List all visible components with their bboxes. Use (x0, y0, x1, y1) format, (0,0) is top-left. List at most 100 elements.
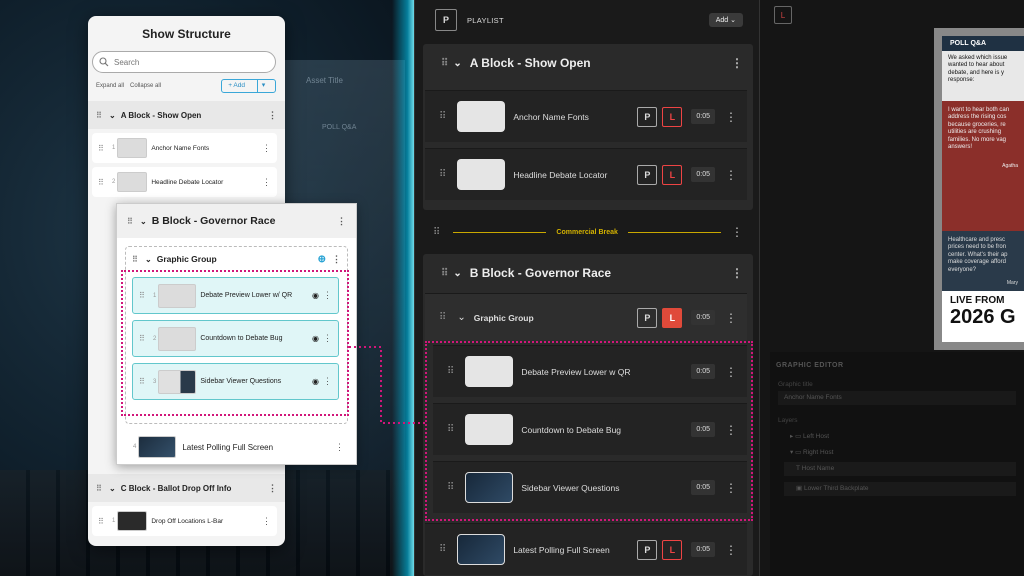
block-b-header[interactable]: ⠿ ⌄ B Block - Governor Race ⋮ (117, 204, 356, 238)
layer-name: Right Host (803, 449, 834, 456)
more-options-icon[interactable]: ⋮ (335, 442, 344, 453)
block-c-header[interactable]: ⠿ ⌄ C Block - Ballot Drop Off Info ⋮ (88, 474, 285, 502)
graphic-thumbnail (138, 436, 177, 458)
more-options-icon[interactable]: ⋮ (725, 311, 737, 325)
drag-handle-icon[interactable]: ⠿ (439, 312, 446, 323)
drag-handle-icon[interactable]: ⠿ (96, 484, 106, 493)
more-options-icon[interactable]: ⋮ (731, 56, 743, 70)
layer-item[interactable]: T Host Name (784, 462, 1016, 476)
drag-handle-icon[interactable]: ⠿ (98, 517, 108, 526)
live-from-banner: LIVE FROM 2026 G (942, 291, 1024, 342)
ghost-asset-title: Asset Title (306, 76, 343, 85)
playlist-row[interactable]: ⠿ Latest Polling Full Screen P L 0:05 ⋮ (425, 523, 747, 575)
item-number: 1 (112, 145, 116, 151)
layer-item[interactable]: ▸ ▭ Left Host (770, 424, 1024, 440)
layer-item[interactable]: ▣ Lower Third Backplate (784, 482, 1016, 496)
live-button[interactable]: L (662, 106, 683, 127)
block-name: A Block - Show Open (469, 56, 591, 70)
duration: 0:05 (691, 109, 715, 124)
live-button[interactable]: L (662, 539, 683, 560)
item-number: 4 (133, 444, 137, 450)
chevron-down-icon[interactable]: ⌄ (109, 484, 116, 493)
graphic-thumbnail (117, 511, 148, 531)
graphic-thumbnail (117, 138, 148, 158)
more-options-icon[interactable]: ⋮ (337, 216, 346, 227)
item-name: Latest Polling Full Screen (182, 442, 274, 452)
drag-handle-icon[interactable]: ⠿ (98, 144, 108, 153)
graphic-editor-title: GRAPHIC EDITOR (776, 362, 844, 369)
commercial-break[interactable]: ⠿ Commercial Break ⋮ (423, 220, 753, 244)
list-item[interactable]: ⠿ 1 Anchor Name Fonts ⋮ (92, 133, 277, 163)
poll-response-text: I want to hear both can address the risi… (948, 107, 1010, 151)
more-options-icon[interactable]: ⋮ (725, 543, 737, 557)
chevron-down-icon[interactable]: ⌄ (109, 111, 116, 120)
more-options-icon[interactable]: ⋮ (262, 143, 271, 154)
more-options-icon[interactable]: ⋮ (731, 266, 743, 280)
drag-handle-icon[interactable]: ⠿ (96, 111, 106, 120)
add-circle-icon[interactable]: ⊕ (318, 254, 326, 265)
drag-handle-icon[interactable]: ⠿ (441, 268, 448, 279)
preview-button[interactable]: P (637, 164, 658, 185)
drag-handle-icon[interactable]: ⠿ (127, 217, 137, 226)
playlist-row[interactable]: ⠿ Anchor Name Fonts P L 0:05 ⋮ (425, 90, 747, 142)
item-number: 1 (112, 518, 116, 524)
drag-handle-icon[interactable]: ⠿ (439, 544, 446, 555)
playlist-row[interactable]: ⠿ Headline Debate Locator P L 0:05 ⋮ (425, 148, 747, 200)
panel-title: Show Structure (142, 27, 231, 41)
collapse-all-link[interactable]: Collapse all (130, 83, 161, 89)
list-item[interactable]: ⠿ 2 Headline Debate Locator ⋮ (92, 167, 277, 197)
more-options-icon[interactable]: ⋮ (725, 110, 737, 124)
live-indicator-icon[interactable]: L (774, 6, 792, 24)
chevron-down-icon[interactable]: ⌄ (457, 312, 465, 323)
chevron-down-icon[interactable]: ▾ (257, 80, 269, 92)
folder-icon: ▸ ▭ (790, 433, 802, 440)
chevron-down-icon[interactable]: ⌄ (145, 255, 152, 264)
highlight-box-left (121, 270, 349, 416)
graphic-title-field[interactable]: Anchor Name Fonts (778, 391, 1016, 405)
graphic-group-row[interactable]: ⠿ ⌄ Graphic Group P L 0:05 ⋮ (425, 293, 747, 341)
more-options-icon[interactable]: ⋮ (262, 516, 271, 527)
poll-response2-text: Healthcare and presc prices need to be f… (948, 237, 1008, 273)
highlight-box-right (425, 341, 753, 521)
layer-name: Lower Third Backplate (803, 485, 869, 492)
block-header[interactable]: ⠿ ⌄ A Block - Show Open ⋮ (423, 44, 753, 82)
group-name: Graphic Group (473, 312, 534, 323)
more-options-icon[interactable]: ⋮ (262, 177, 271, 188)
preview-icon[interactable]: P (435, 9, 457, 31)
preview-button[interactable]: P (637, 307, 658, 328)
add-button-label[interactable]: + Add (222, 80, 251, 92)
expand-all-link[interactable]: Expand all (96, 83, 124, 89)
preview-button[interactable]: P (637, 106, 658, 127)
drag-handle-icon[interactable]: ⠿ (98, 178, 108, 187)
list-item[interactable]: ⠿ 1 Drop Off Locations L-Bar ⋮ (92, 506, 277, 536)
more-options-icon[interactable]: ⋮ (725, 168, 737, 182)
add-dropdown-button[interactable]: + Add ▾ (221, 79, 276, 93)
drag-handle-icon[interactable]: ⠿ (439, 169, 446, 180)
layer-item[interactable]: ▾ ▭ Right Host (770, 440, 1024, 456)
add-button[interactable]: Add ⌄ (708, 13, 743, 27)
text-icon: T (796, 465, 800, 472)
search-box[interactable] (92, 51, 276, 73)
drag-handle-icon[interactable]: ⠿ (441, 58, 448, 69)
live-button[interactable]: L (662, 307, 683, 328)
drag-handle-icon[interactable]: ⠿ (433, 227, 440, 238)
block-a-header[interactable]: ⠿ ⌄ A Block - Show Open ⋮ (88, 101, 285, 129)
more-options-icon[interactable]: ⋮ (332, 254, 341, 265)
chevron-down-icon[interactable]: ⌄ (453, 268, 461, 279)
live-button[interactable]: L (662, 164, 683, 185)
graphic-group-header[interactable]: ⠿ ⌄ Graphic Group ⊕ ⋮ (126, 247, 347, 271)
preview-button[interactable]: P (637, 539, 658, 560)
chevron-down-icon[interactable]: ⌄ (140, 217, 147, 226)
more-options-icon[interactable]: ⋮ (268, 110, 277, 121)
drag-handle-icon[interactable]: ⠿ (132, 255, 142, 264)
layers-label: Layers (778, 417, 798, 424)
folder-icon: ▾ ▭ (790, 449, 802, 456)
more-options-icon[interactable]: ⋮ (268, 483, 277, 494)
poll-question: We asked which issue wanted to hear abou… (942, 51, 1024, 101)
more-options-icon[interactable]: ⋮ (731, 225, 743, 239)
search-input[interactable] (114, 57, 264, 67)
drag-handle-icon[interactable]: ⠿ (439, 111, 446, 122)
list-item[interactable]: 4 Latest Polling Full Screen ⋮ (125, 432, 348, 462)
block-header[interactable]: ⠿ ⌄ B Block - Governor Race ⋮ (423, 254, 753, 292)
chevron-down-icon[interactable]: ⌄ (453, 58, 461, 69)
